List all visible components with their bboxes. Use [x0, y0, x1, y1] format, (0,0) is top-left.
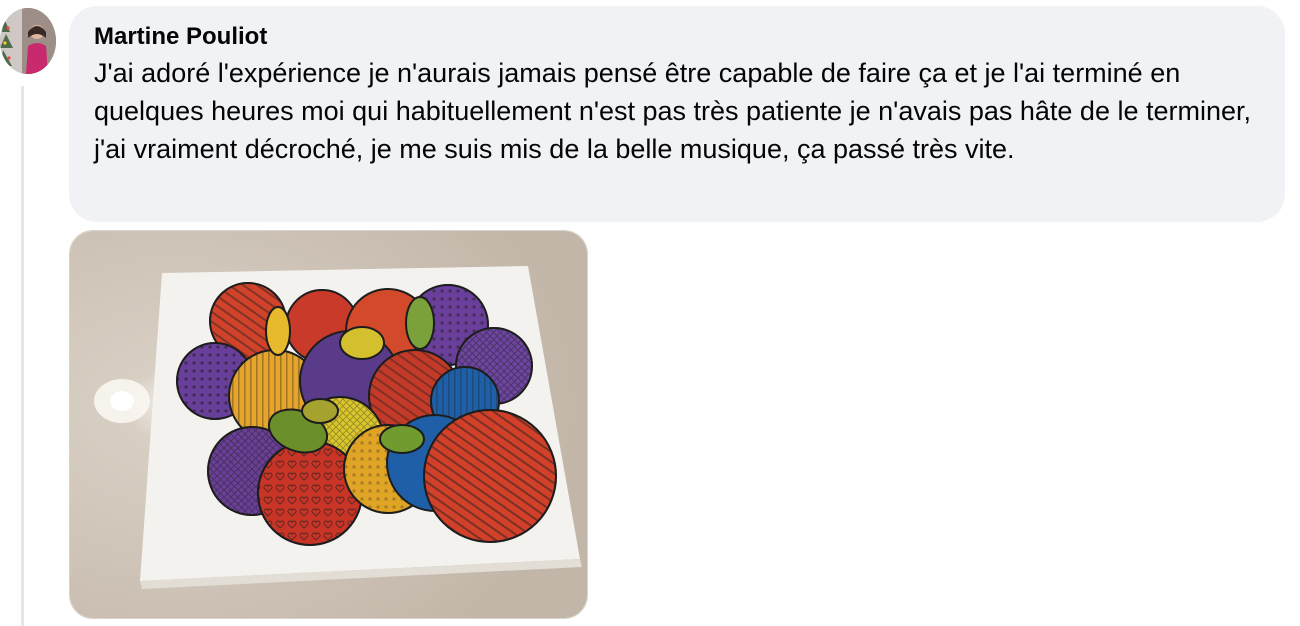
comment-bubble: Martine Pouliot J'ai adoré l'expérience … [69, 6, 1285, 222]
thread-line [21, 86, 24, 626]
avatar-image [0, 8, 56, 74]
circles-drawing-image [70, 231, 587, 618]
comment: Martine Pouliot J'ai adoré l'expérience … [0, 0, 1300, 626]
attachment-photo[interactable] [69, 230, 588, 619]
comment-author[interactable]: Martine Pouliot [94, 22, 1261, 52]
comment-text: J'ai adoré l'expérience je n'aurais jama… [94, 58, 1252, 164]
avatar[interactable] [0, 8, 56, 74]
